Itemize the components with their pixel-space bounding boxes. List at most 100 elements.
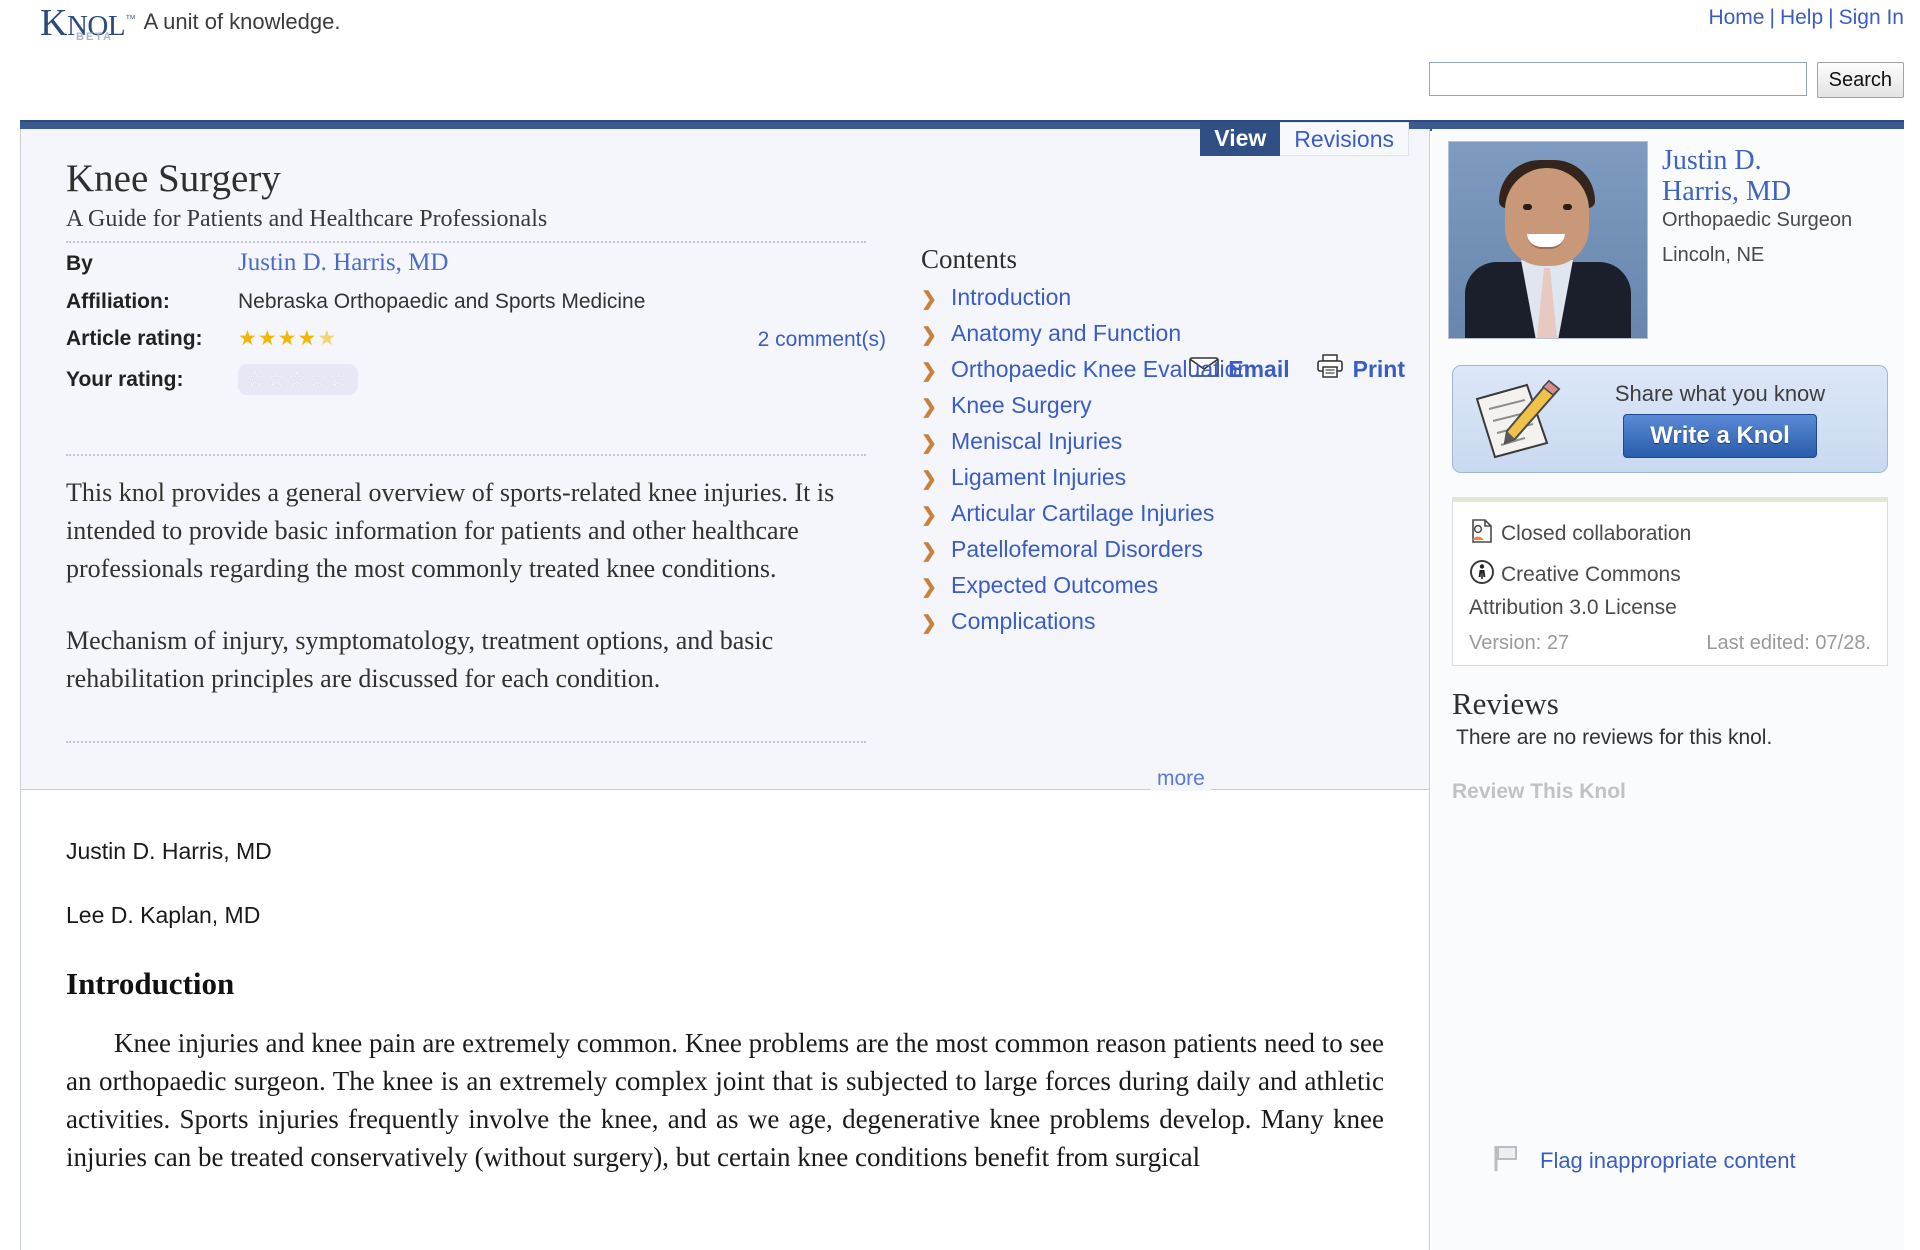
toc-item-expected-outcomes[interactable]: ❯ Expected Outcomes <box>921 572 1401 599</box>
sidebar-author-location: Lincoln, NE <box>1662 244 1765 266</box>
license-box: Closed collaboration Creative Commons At… <box>1452 497 1888 666</box>
tab-view[interactable]: View <box>1200 122 1281 156</box>
rating-half-star: ★ <box>317 327 338 350</box>
search-bar: Search <box>1428 62 1904 98</box>
toc-label: Meniscal Injuries <box>951 428 1123 454</box>
more-link[interactable]: more <box>1151 767 1211 791</box>
toc-item-meniscal-injuries[interactable]: ❯ Meniscal Injuries <box>921 428 1401 455</box>
right-sidebar: Justin D. Harris, MD Orthopaedic Surgeon… <box>1432 129 1904 1250</box>
write-a-knol-button[interactable]: Write a Knol <box>1623 413 1817 458</box>
meta-row-by: By Justin D. Harris, MD <box>66 249 886 277</box>
beta-badge: BETA <box>76 31 114 43</box>
divider-bottom <box>66 741 866 743</box>
toc-item-orthopaedic-knee-evaluation[interactable]: ❯ Orthopaedic Knee Evaluation <box>921 356 1401 383</box>
abstract-paragraph-2: Mechanism of injury, symptomatology, tre… <box>66 626 774 693</box>
comments-link[interactable]: 2 comment(s) <box>758 328 886 352</box>
toc-item-complications[interactable]: ❯ Complications <box>921 608 1401 635</box>
meta-row-your-rating: Your rating: ☆☆☆☆☆ <box>66 364 886 395</box>
affiliation-label: Affiliation: <box>66 290 170 313</box>
article-rating-stars: ★★★★★ <box>238 328 337 349</box>
divider-top <box>66 241 866 243</box>
pencil-paper-icon <box>1467 377 1567 461</box>
toc-item-ligament-injuries[interactable]: ❯ Ligament Injuries <box>921 464 1401 491</box>
chevron-right-icon: ❯ <box>921 469 937 490</box>
site-tagline: A unit of knowledge. <box>143 9 341 34</box>
reviews-heading: Reviews <box>1452 686 1559 721</box>
view-tabs: View Revisions <box>1200 122 1409 156</box>
article-summary-panel: View Revisions Knee Surgery A Guide for … <box>21 122 1429 791</box>
toc-label: Patellofemoral Disorders <box>951 536 1203 562</box>
article-body: Justin D. Harris, MD Lee D. Kaplan, MD I… <box>21 790 1429 1176</box>
author-link[interactable]: Justin D. Harris, MD <box>238 249 448 277</box>
body-author-1: Justin D. Harris, MD <box>66 838 272 864</box>
toc-item-articular-cartilage-injuries[interactable]: ❯ Articular Cartilage Injuries <box>921 500 1401 527</box>
license-sublabel: Attribution 3.0 License <box>1469 596 1677 619</box>
page-title: Knee Surgery <box>66 157 281 200</box>
your-rating-widget[interactable]: ☆☆☆☆☆ <box>238 364 359 395</box>
tab-revisions[interactable]: Revisions <box>1280 122 1409 156</box>
avatar-face <box>1505 168 1589 266</box>
article-rating-label: Article rating: <box>66 327 203 350</box>
chevron-right-icon: ❯ <box>921 289 937 310</box>
affiliation-value: Nebraska Orthopaedic and Sports Medicine <box>238 290 646 313</box>
toc-label: Introduction <box>951 284 1072 310</box>
collaboration-row: Closed collaboration <box>1469 518 1871 549</box>
chevron-right-icon: ❯ <box>921 397 937 418</box>
logo-letter-k: K <box>40 2 67 44</box>
article-rating-block: ★★★★★ 2 comment(s) <box>238 328 886 352</box>
chevron-right-icon: ❯ <box>921 613 937 634</box>
chevron-right-icon: ❯ <box>921 325 937 346</box>
page-root: KNOL™ BETA A unit of knowledge. Home | Hel… <box>0 0 1920 1250</box>
toc-label: Orthopaedic Knee Evaluation <box>951 356 1251 382</box>
nav-sign-in[interactable]: Sign In <box>1839 6 1904 29</box>
write-knol-content: Share what you know Write a Knol <box>1567 381 1887 458</box>
flag-content-row[interactable]: Flag inappropriate content <box>1492 1144 1796 1177</box>
share-label: Share what you know <box>1614 380 1826 406</box>
closed-collaboration-icon <box>1469 518 1501 549</box>
section-heading-introduction: Introduction <box>66 966 235 1001</box>
knol-wordmark: KNOL™ BETA <box>40 2 136 44</box>
article-abstract: This knol provides a general overview of… <box>66 474 866 732</box>
divider-middle <box>66 454 866 456</box>
chevron-right-icon: ❯ <box>921 577 937 598</box>
body-paragraph: Knee injuries and knee pain are extremel… <box>66 1028 1384 1172</box>
contents-heading: Contents <box>921 244 1018 274</box>
nav-separator-2: | <box>1828 6 1834 29</box>
toc-label: Ligament Injuries <box>951 464 1127 490</box>
meta-row-affiliation: Affiliation: Nebraska Orthopaedic and Sp… <box>66 290 886 314</box>
collaboration-label: Closed collaboration <box>1501 521 1692 545</box>
author-info: Justin D. Harris, MD Orthopaedic Surgeon… <box>1662 141 1852 339</box>
toc-item-introduction[interactable]: ❯ Introduction <box>921 284 1401 311</box>
toc-item-knee-surgery[interactable]: ❯ Knee Surgery <box>921 392 1401 419</box>
rating-full-stars: ★★★★ <box>238 327 318 350</box>
main-content: View Revisions Knee Surgery A Guide for … <box>0 122 1920 1250</box>
nav-help[interactable]: Help <box>1780 6 1823 29</box>
trademark-icon: ™ <box>125 13 136 26</box>
toc-item-anatomy-and-function[interactable]: ❯ Anatomy and Function <box>921 320 1401 347</box>
sidebar-author-name[interactable]: Justin D. Harris, MD <box>1662 145 1832 207</box>
license-row: Creative Commons <box>1469 559 1871 590</box>
page-subtitle: A Guide for Patients and Healthcare Prof… <box>66 206 548 232</box>
article-metadata: By Justin D. Harris, MD Affiliation: Neb… <box>66 249 886 408</box>
body-author-2: Lee D. Kaplan, MD <box>66 902 261 928</box>
avatar-eye-left <box>1523 204 1532 210</box>
flag-icon <box>1492 1144 1522 1177</box>
top-navigation: Home | Help | Sign In <box>1708 6 1904 30</box>
chevron-right-icon: ❯ <box>921 361 937 382</box>
review-this-knol-link[interactable]: Review This Knol <box>1452 780 1888 804</box>
knol-logo[interactable]: KNOL™ BETA A unit of knowledge. <box>40 2 341 44</box>
your-rating-label: Your rating: <box>66 368 184 391</box>
toc-item-patellofemoral-disorders[interactable]: ❯ Patellofemoral Disorders <box>921 536 1401 563</box>
reviews-section: Reviews There are no reviews for this kn… <box>1452 686 1888 804</box>
by-label: By <box>66 252 93 275</box>
toc-label: Articular Cartilage Injuries <box>951 500 1215 526</box>
search-input[interactable] <box>1428 62 1807 96</box>
reviews-empty-text: There are no reviews for this knol. <box>1456 726 1773 749</box>
avatar-eye-right <box>1563 204 1572 210</box>
creative-commons-icon <box>1469 559 1501 590</box>
nav-home[interactable]: Home <box>1708 6 1764 29</box>
flag-inappropriate-label: Flag inappropriate content <box>1540 1147 1796 1173</box>
license-label: Creative Commons <box>1501 562 1681 586</box>
search-button[interactable]: Search <box>1816 62 1904 98</box>
your-rating-stars: ☆☆☆☆☆ <box>246 368 351 391</box>
